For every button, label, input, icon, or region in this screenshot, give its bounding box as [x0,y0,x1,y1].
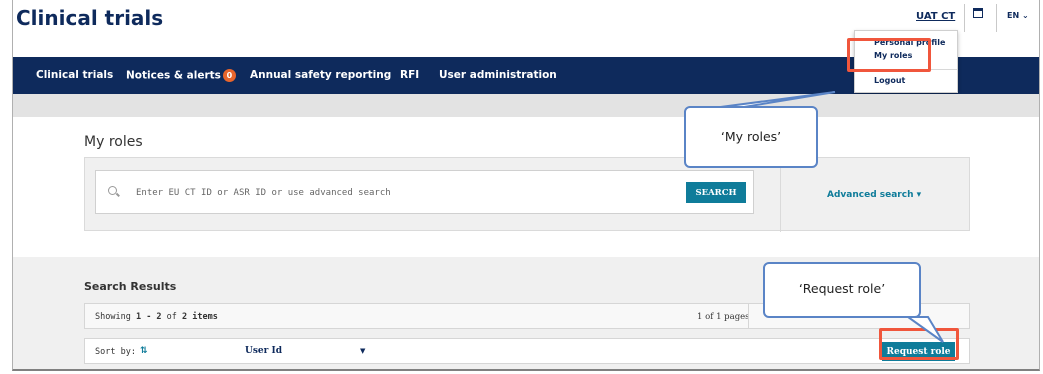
request-role-callout: ‘Request role’ [763,262,921,318]
my-roles-callout-text: ‘My roles’ [720,129,782,144]
app-window: Clinical trials UAT CT EN ⌄ Clinical tri… [12,0,1040,371]
my-roles-callout: ‘My roles’ [684,106,818,168]
request-role-callout-text: ‘Request role’ [798,281,886,296]
request-role-callout-pointer [904,316,944,343]
